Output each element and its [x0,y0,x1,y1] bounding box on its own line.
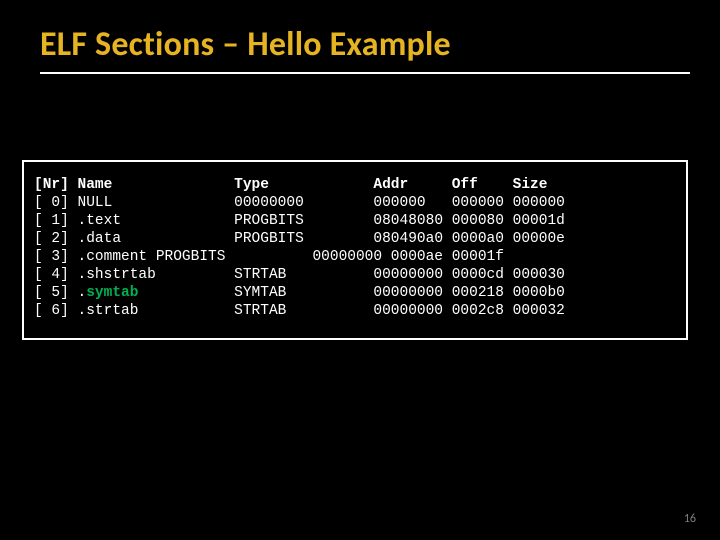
r4-size: 000030 [513,267,565,283]
r5-off: 000218 [452,285,504,301]
r4-name: .shstrtab [78,267,156,283]
r1-size: 00001d [513,213,565,229]
r1-off: 000080 [452,213,504,229]
r6-addr: 00000000 [373,303,443,319]
r5-name-highlight: symtab [86,285,138,301]
r6-name: .strtab [78,303,139,319]
r6-size: 000032 [513,303,565,319]
r5-addr: 00000000 [373,285,443,301]
r0-nr: [ 0] [34,195,69,211]
hdr-size: Size [513,177,548,193]
r4-addr: 00000000 [373,267,443,283]
r1-addr: 08048080 [373,213,443,229]
r0-type: 00000000 [234,195,304,211]
r3-addr: 00000000 [312,249,382,265]
r0-addr: 000000 [373,195,425,211]
r3-size: 00001f [452,249,504,265]
r1-name: .text [78,213,122,229]
r0-off: 000000 [452,195,504,211]
r1-nr: [ 1] [34,213,69,229]
r3-off: 0000ae [391,249,443,265]
r4-off: 0000cd [452,267,504,283]
r6-type: STRTAB [234,303,286,319]
slide-title: ELF Sections – Hello Example [40,24,680,65]
title-underline [40,72,690,74]
r2-size: 00000e [513,231,565,247]
sections-table: [Nr] Name Type Addr Off Size [ 0] NULL 0… [34,176,676,320]
hdr-addr: Addr [373,177,408,193]
r2-type: PROGBITS [234,231,304,247]
r2-name: .data [78,231,122,247]
r5-size: 0000b0 [513,285,565,301]
r3-name: .comment PROGBITS [78,249,226,265]
r3-nr: [ 3] [34,249,69,265]
r5-nr: [ 5] [34,285,69,301]
r2-nr: [ 2] [34,231,69,247]
r4-type: STRTAB [234,267,286,283]
r6-off: 0002c8 [452,303,504,319]
r5-type: SYMTAB [234,285,286,301]
r4-nr: [ 4] [34,267,69,283]
page-number: 16 [684,512,696,526]
hdr-off: Off [452,177,478,193]
r6-nr: [ 6] [34,303,69,319]
r0-name: NULL [78,195,113,211]
hdr-name: Name [78,177,113,193]
hdr-type: Type [234,177,269,193]
slide: ELF Sections – Hello Example [Nr] Name T… [0,0,720,540]
r0-size: 000000 [513,195,565,211]
hdr-nr: [Nr] [34,177,69,193]
sections-table-box: [Nr] Name Type Addr Off Size [ 0] NULL 0… [22,160,688,340]
r1-type: PROGBITS [234,213,304,229]
r2-off: 0000a0 [452,231,504,247]
r2-addr: 080490a0 [373,231,443,247]
